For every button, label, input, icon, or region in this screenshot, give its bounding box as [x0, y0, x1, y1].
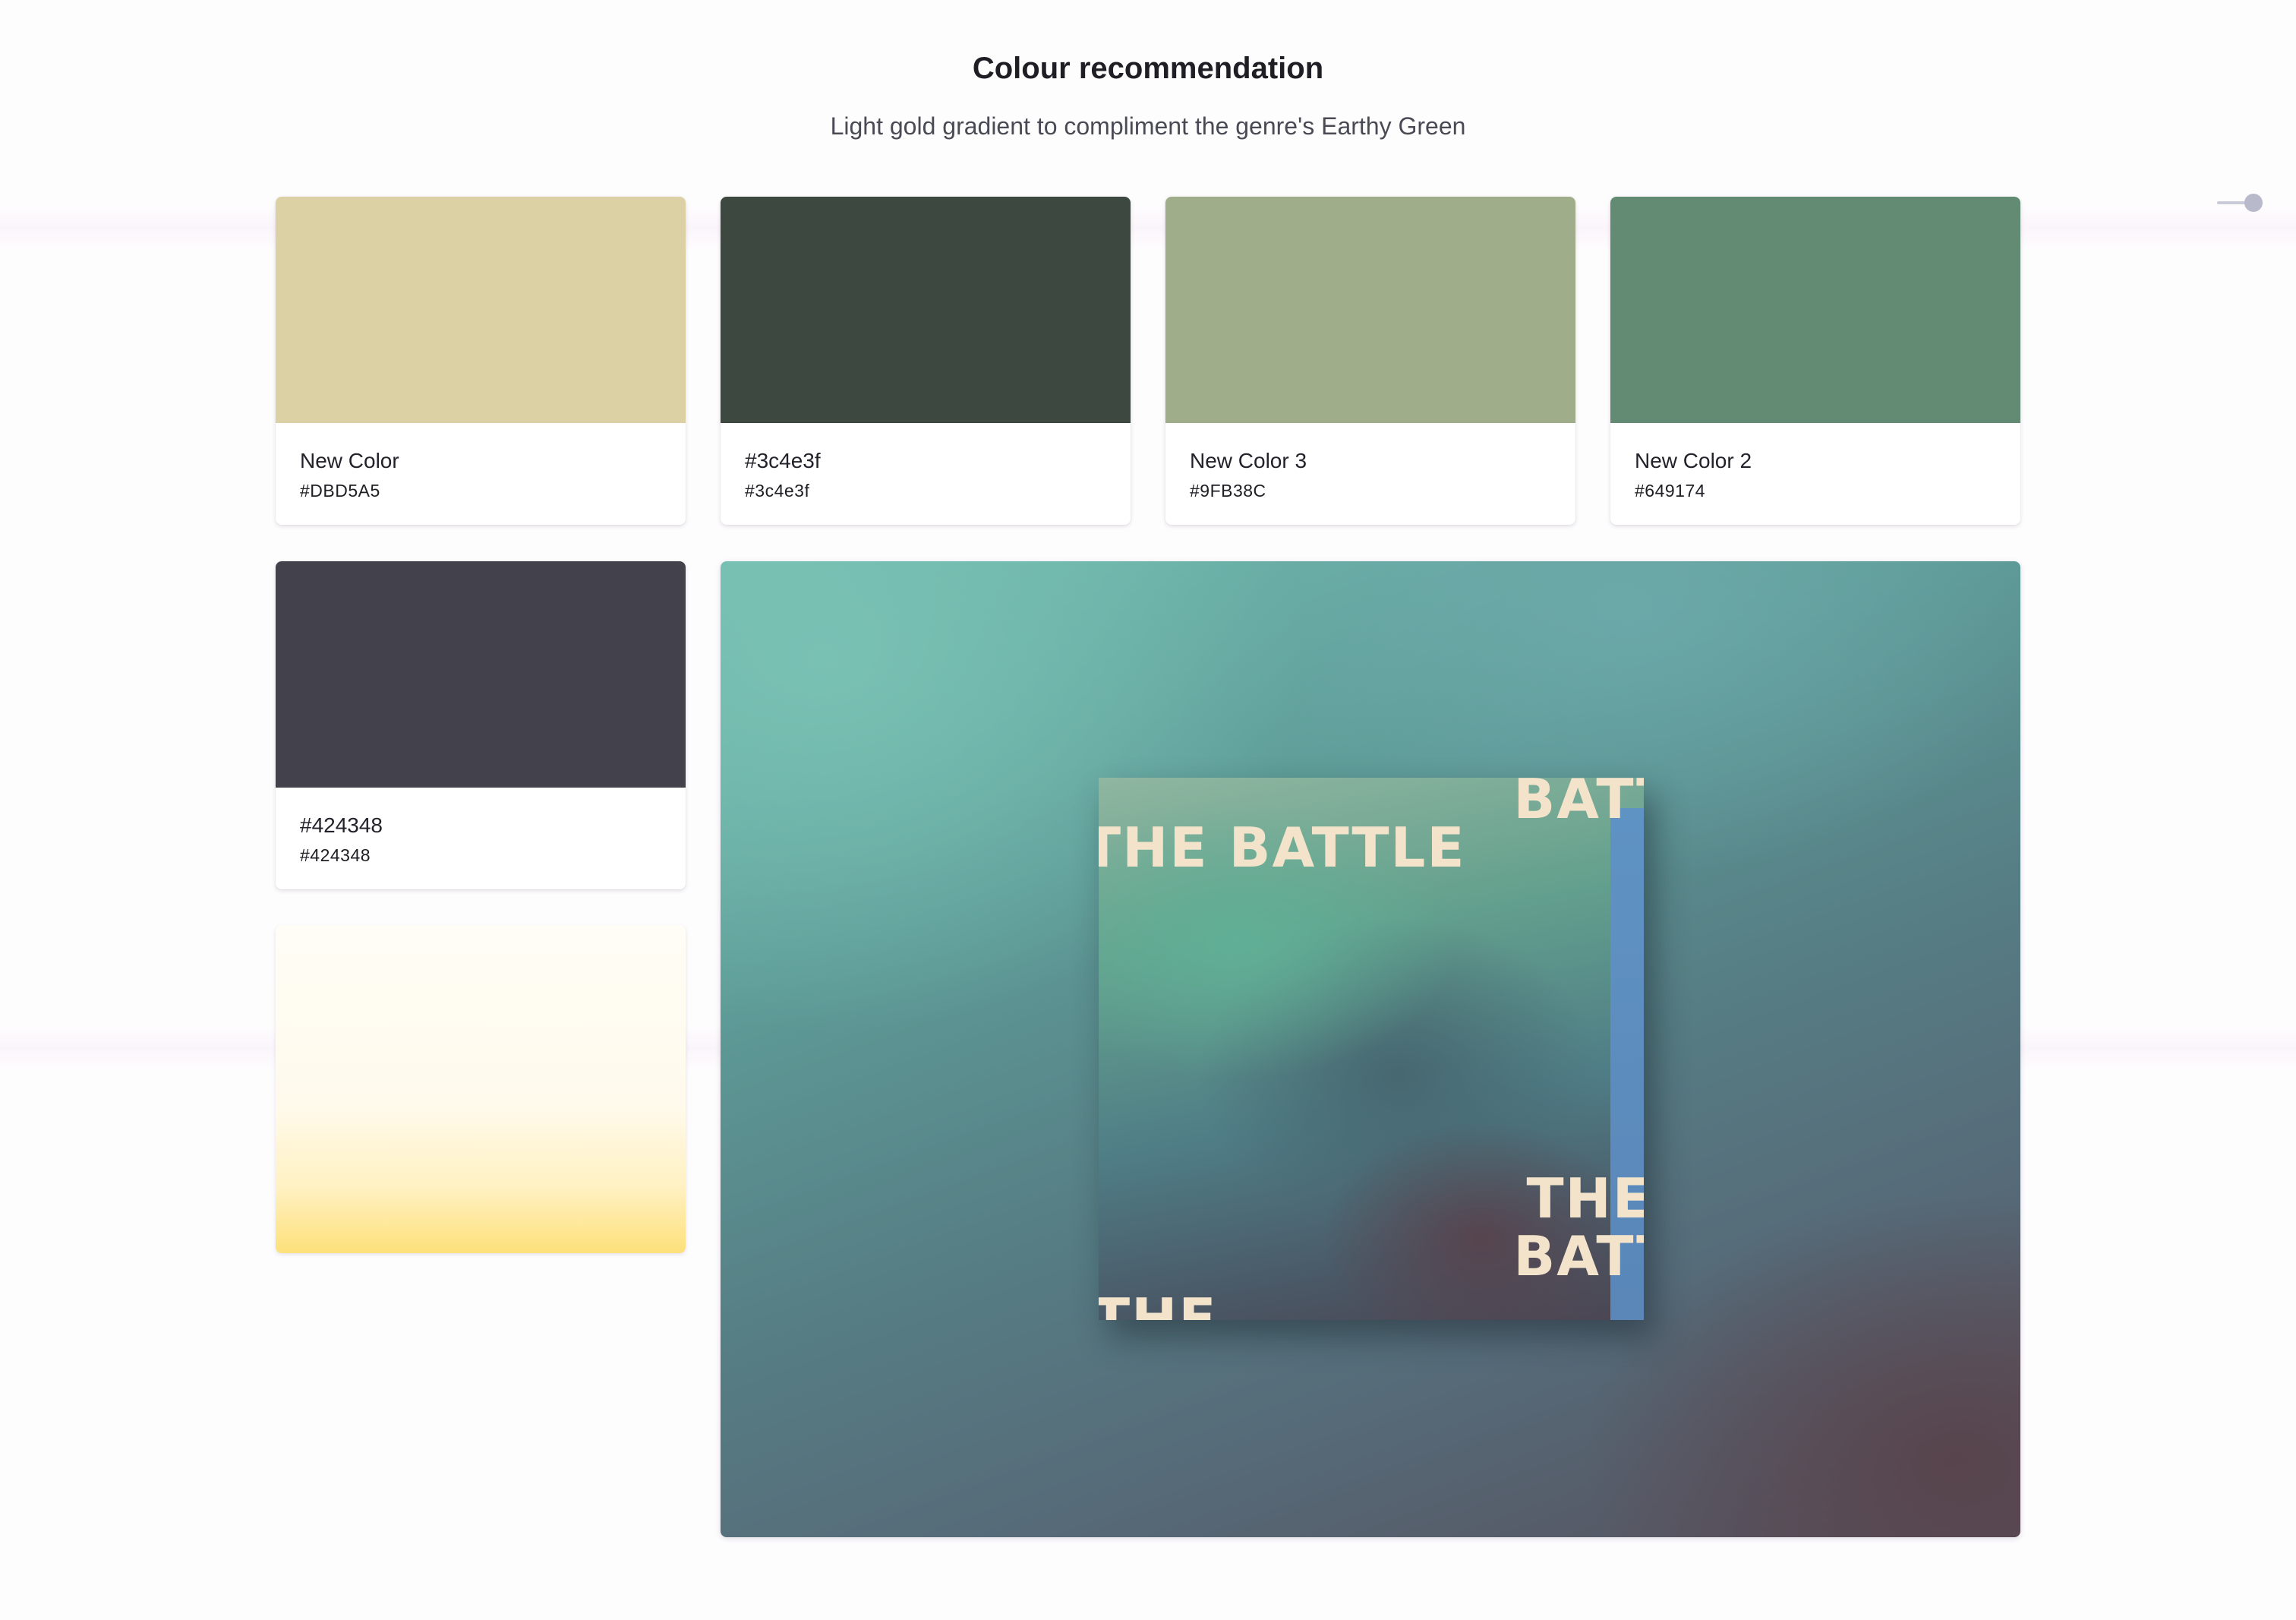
album-text: THE: [1526, 1167, 1644, 1230]
album-preview: BATTI THE BATTLE THE BATTI THE: [721, 561, 2020, 1537]
color-name: New Color 3: [1190, 449, 1307, 472]
color-swatch[interactable]: [276, 561, 686, 788]
album-text: THE: [1099, 1287, 1218, 1320]
color-card[interactable]: #3c4e3f #3c4e3f: [721, 197, 1131, 525]
page-title: Colour recommendation: [972, 52, 1324, 85]
color-info: New Color #DBD5A5: [276, 423, 686, 525]
color-hex: #DBD5A5: [300, 481, 380, 501]
page-subtitle: Light gold gradient to compliment the ge…: [830, 112, 1466, 140]
color-swatch[interactable]: [276, 197, 686, 423]
color-card[interactable]: #424348 #424348: [276, 561, 686, 889]
gradient-swatch[interactable]: [276, 925, 686, 1253]
slider-knob[interactable]: [2244, 194, 2263, 212]
color-hex: #649174: [1635, 481, 1706, 501]
color-swatch[interactable]: [1610, 197, 2020, 423]
color-hex: #3c4e3f: [745, 481, 810, 501]
color-name: #3c4e3f: [745, 449, 821, 472]
album-cover: BATTI THE BATTLE THE BATTI THE: [1099, 778, 1644, 1320]
album-text: BATTI: [1513, 778, 1644, 831]
color-swatch[interactable]: [1165, 197, 1575, 423]
album-text: THE BATTLE: [1099, 816, 1466, 879]
color-hex: #424348: [300, 845, 371, 865]
color-hex: #9FB38C: [1190, 481, 1266, 501]
color-info: #424348 #424348: [276, 788, 686, 889]
slider-toggle-icon[interactable]: [2217, 191, 2263, 214]
color-card[interactable]: New Color #DBD5A5: [276, 197, 686, 525]
color-name: New Color: [300, 449, 399, 472]
color-card[interactable]: New Color 3 #9FB38C: [1165, 197, 1575, 525]
color-swatch[interactable]: [721, 197, 1131, 423]
color-info: #3c4e3f #3c4e3f: [721, 423, 1131, 525]
color-info: New Color 3 #9FB38C: [1165, 423, 1575, 525]
color-name: New Color 2: [1635, 449, 1752, 472]
color-name: #424348: [300, 813, 383, 837]
album-text: BATTI: [1513, 1224, 1644, 1288]
color-info: New Color 2 #649174: [1610, 423, 2020, 525]
color-card[interactable]: New Color 2 #649174: [1610, 197, 2020, 525]
